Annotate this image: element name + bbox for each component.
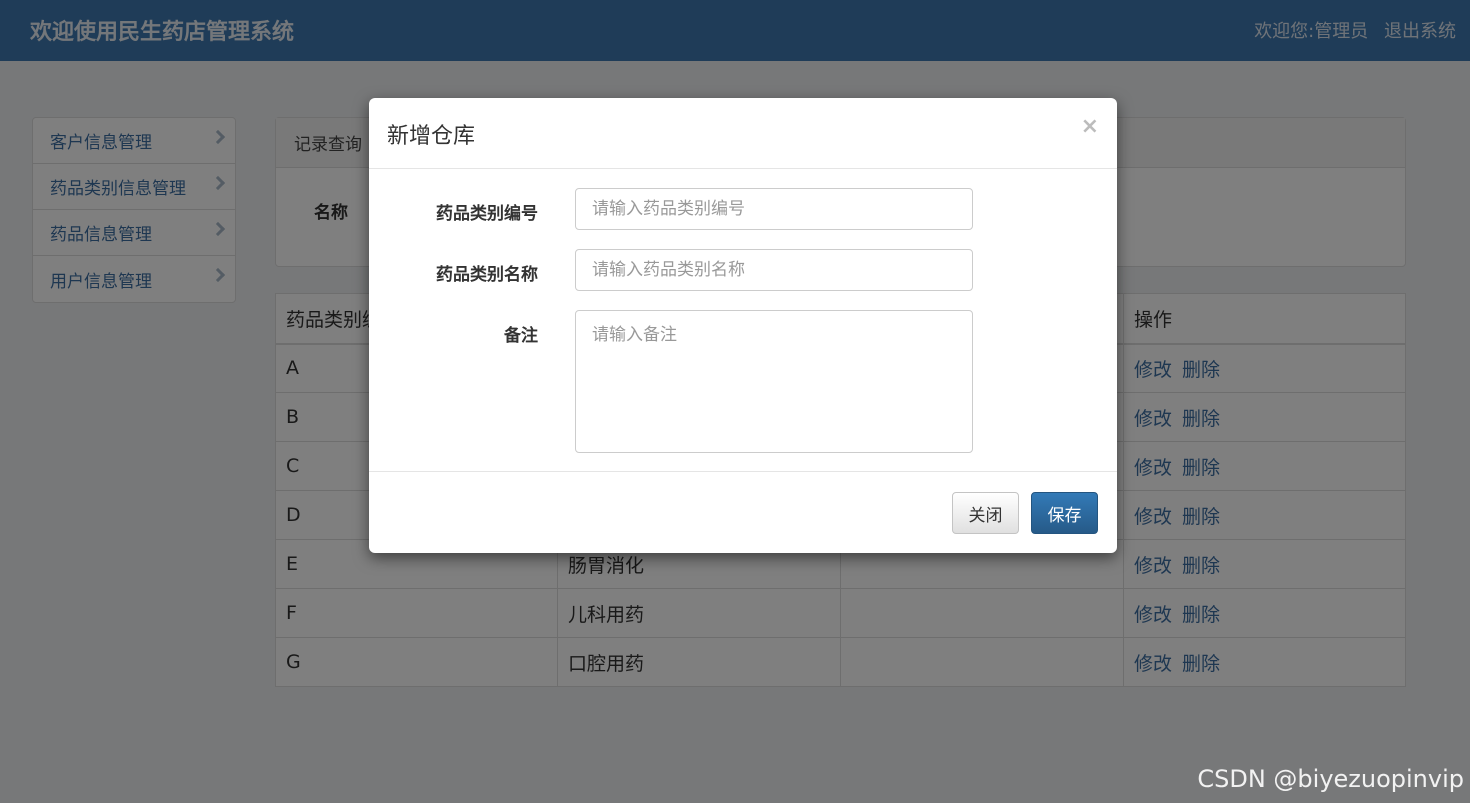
dialog-footer: 关闭 保存 [369,471,1117,553]
category-code-input[interactable] [575,188,973,230]
watermark: CSDN @biyezuopinvip [1197,765,1464,793]
close-button[interactable]: 关闭 [952,492,1019,534]
add-category-dialog: 新增仓库 × 药品类别编号 药品类别名称 备注 关闭 保存 [369,98,1117,553]
save-button[interactable]: 保存 [1031,492,1098,534]
remark-label: 备注 [504,326,538,346]
dialog-title: 新增仓库 [387,124,476,149]
category-name-input[interactable] [575,249,973,291]
name-field-label: 药品类别名称 [436,265,538,285]
remark-textarea[interactable] [575,310,973,453]
code-label: 药品类别编号 [436,204,538,224]
close-icon[interactable]: × [1081,114,1099,139]
dialog-header: 新增仓库 × [369,98,1117,169]
